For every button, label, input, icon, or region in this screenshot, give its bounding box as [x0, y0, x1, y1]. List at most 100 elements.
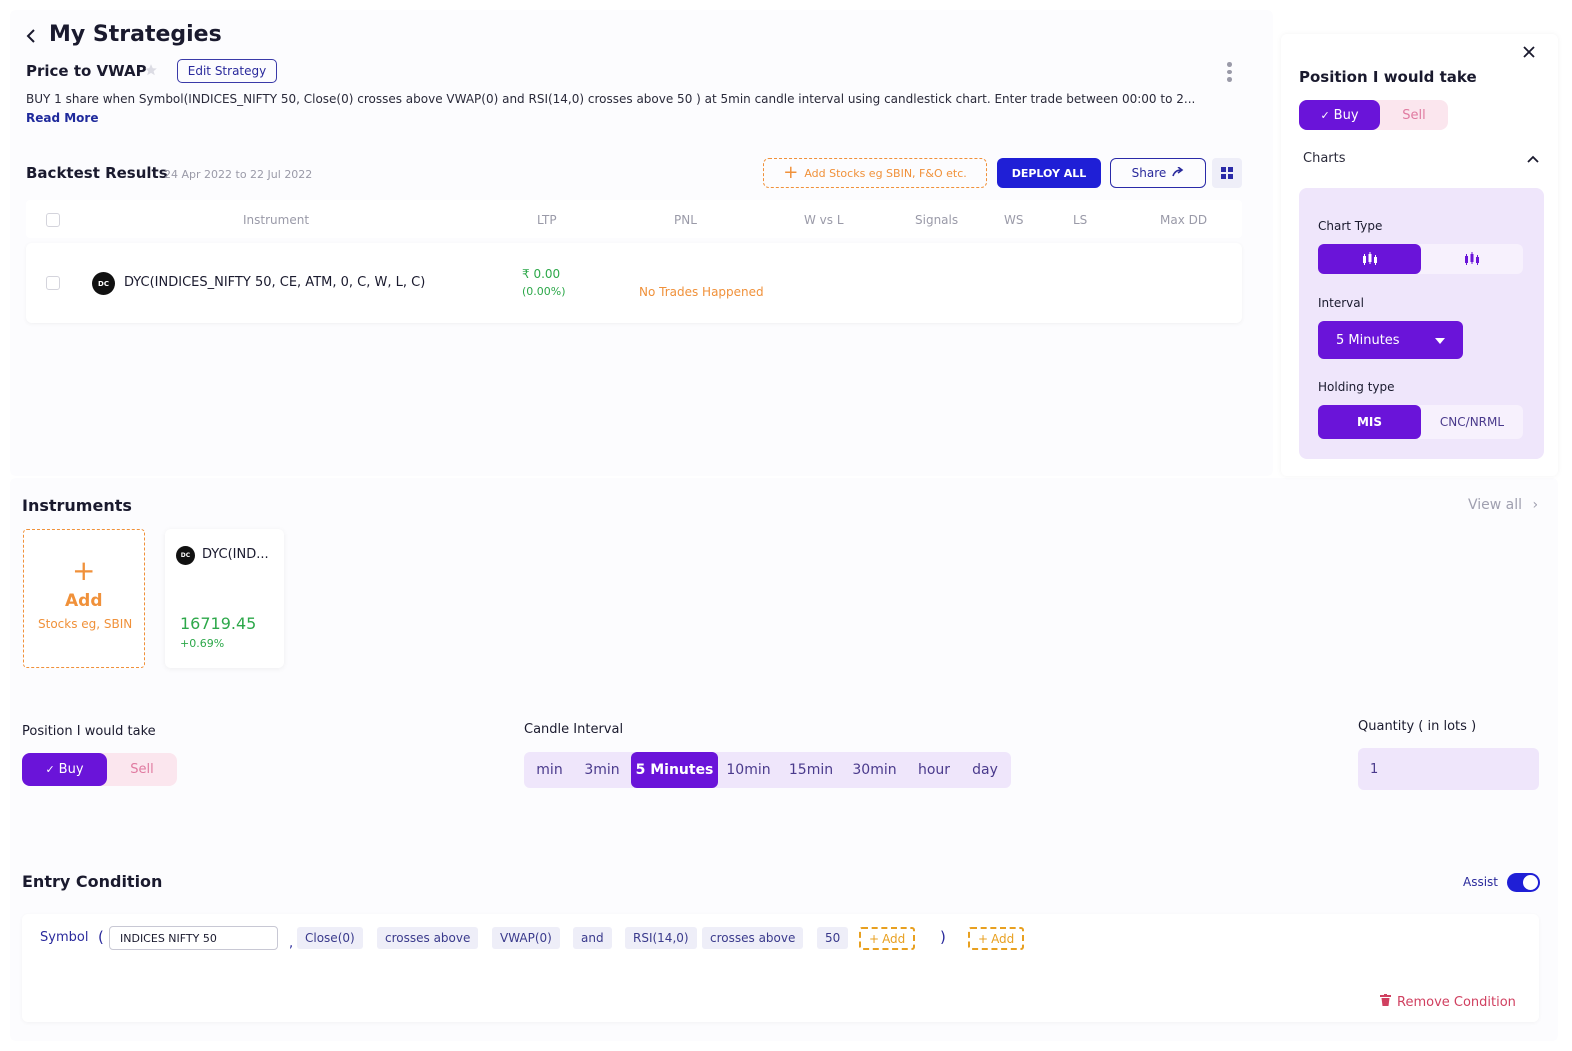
condition-chip-vwap[interactable]: VWAP(0) [492, 927, 560, 949]
candle-option-day[interactable]: day [962, 752, 1008, 788]
quantity-input[interactable]: 1 [1358, 748, 1539, 790]
charts-label: Charts [1303, 151, 1346, 166]
ltp-percent: (0.00%) [522, 285, 566, 298]
chart-type-label: Chart Type [1318, 219, 1383, 233]
read-more-link[interactable]: Read More [26, 111, 99, 125]
remove-condition-button[interactable]: Remove Condition [1380, 994, 1516, 1010]
star-icon[interactable] [143, 62, 159, 78]
interval-value: 5 Minutes [1336, 332, 1400, 348]
table-header [26, 200, 1242, 238]
add-inner-condition-button[interactable]: + Add [859, 927, 916, 950]
panel-buy-label: Buy [1333, 107, 1359, 123]
instrument-card-price: 16719.45 [180, 614, 257, 633]
backtest-title: Backtest Results [26, 164, 168, 182]
comma-separator: , [289, 936, 294, 951]
add-outer-condition-button[interactable]: + Add [968, 927, 1025, 950]
instrument-badge: DC [92, 272, 115, 295]
position-label: Position I would take [22, 724, 156, 739]
col-max-dd[interactable]: Max DD [1160, 213, 1207, 227]
symbol-label: Symbol [40, 930, 89, 945]
chevron-right-icon: › [1532, 497, 1539, 513]
instrument-card-name: DYC(IND... [202, 547, 269, 562]
plus-icon: + [783, 162, 799, 183]
deploy-all-button[interactable]: DEPLOY ALL [997, 158, 1101, 188]
candle-option-15min[interactable]: 15min [781, 752, 841, 788]
share-label: Share [1131, 166, 1167, 180]
condition-chip-rsi[interactable]: RSI(14,0) [625, 927, 697, 949]
view-all-link[interactable]: View all › [1468, 497, 1538, 513]
instrument-card-badge: DC [176, 546, 195, 565]
add-stocks-label: Add Stocks eg SBIN, F&O etc. [804, 166, 967, 180]
close-icon[interactable] [1519, 42, 1539, 62]
col-ltp[interactable]: LTP [537, 213, 557, 227]
remove-condition-label: Remove Condition [1397, 994, 1516, 1010]
view-all-label: View all [1468, 497, 1523, 513]
pnl-status: No Trades Happened [639, 285, 764, 299]
instrument-name[interactable]: DYC(INDICES_NIFTY 50, CE, ATM, 0, C, W, … [124, 275, 425, 290]
col-ws[interactable]: WS [1004, 213, 1023, 227]
holding-type-label: Holding type [1318, 380, 1395, 394]
panel-buy-button[interactable]: ✓ Buy [1299, 100, 1380, 130]
condition-chip-and[interactable]: and [573, 927, 612, 949]
grid-view-icon[interactable] [1212, 158, 1242, 188]
add-instrument-label: Add [65, 591, 103, 611]
kebab-menu-icon[interactable] [1222, 62, 1236, 83]
entry-condition-title: Entry Condition [22, 872, 163, 891]
candle-option-30min[interactable]: 30min [845, 752, 904, 788]
close-paren: ) [940, 928, 946, 946]
instrument-card-change: +0.69% [180, 637, 225, 650]
position-buy-button[interactable]: ✓ Buy [22, 753, 107, 786]
panel-title: Position I would take [1299, 68, 1477, 86]
instruments-title: Instruments [22, 496, 132, 515]
strategy-name: Price to VWAP [26, 62, 147, 80]
check-icon: ✓ [45, 763, 55, 776]
condition-chip-operator[interactable]: crosses above [377, 927, 479, 949]
col-pnl[interactable]: PNL [674, 213, 697, 227]
candlestick-icon[interactable] [1318, 244, 1421, 274]
caret-down-icon [1435, 333, 1445, 348]
col-signals[interactable]: Signals [915, 213, 958, 227]
backtest-date-range: 24 Apr 2022 to 22 Jul 2022 [164, 168, 313, 181]
candle-option-hour[interactable]: hour [910, 752, 958, 788]
strategy-description: BUY 1 share when Symbol(INDICES_NIFTY 50… [26, 92, 1196, 106]
chevron-left-icon[interactable] [24, 26, 40, 46]
candle-interval-label: Candle Interval [524, 722, 624, 737]
ltp-value: ₹ 0.00 [522, 267, 561, 281]
row-checkbox[interactable] [46, 276, 60, 290]
position-buy-label: Buy [58, 762, 84, 777]
add-instrument-sub: Stocks eg, SBIN [38, 617, 133, 631]
col-w-vs-l[interactable]: W vs L [804, 213, 844, 227]
col-ls[interactable]: LS [1073, 213, 1087, 227]
share-button[interactable]: Share [1110, 158, 1206, 188]
chevron-up-icon[interactable] [1524, 151, 1542, 167]
add-inner-label: Add [882, 931, 906, 946]
condition-chip-operator-2[interactable]: crosses above [702, 927, 804, 949]
add-stocks-button[interactable]: + Add Stocks eg SBIN, F&O etc. [763, 158, 987, 188]
condition-chip-value[interactable]: 50 [817, 927, 849, 949]
select-all-checkbox[interactable] [46, 213, 60, 227]
col-instrument[interactable]: Instrument [243, 213, 309, 227]
open-paren: ( [98, 928, 104, 946]
symbol-input[interactable]: INDICES NIFTY 50 [109, 926, 278, 950]
candle-option-min[interactable]: min [526, 752, 573, 788]
position-sell-button[interactable]: Sell [107, 753, 177, 786]
holding-mis-option[interactable]: MIS [1318, 405, 1421, 439]
plus-icon: + [978, 931, 989, 946]
assist-toggle[interactable] [1507, 873, 1540, 892]
condition-chip-close[interactable]: Close(0) [297, 927, 363, 949]
holding-cnc-option[interactable]: CNC/NRML [1421, 405, 1523, 439]
panel-sell-button[interactable]: Sell [1380, 100, 1448, 130]
candle-option-5min[interactable]: 5 Minutes [631, 752, 718, 788]
plus-icon: + [72, 554, 96, 587]
plus-icon: + [869, 931, 880, 946]
page-title: My Strategies [49, 22, 222, 47]
trash-icon [1380, 994, 1391, 1010]
share-arrow-icon [1172, 166, 1184, 180]
candle-option-10min[interactable]: 10min [720, 752, 777, 788]
quantity-label: Quantity ( in lots ) [1358, 719, 1477, 734]
heikin-ashi-icon[interactable] [1421, 244, 1523, 274]
interval-select[interactable]: 5 Minutes [1318, 321, 1463, 359]
add-outer-label: Add [991, 931, 1015, 946]
candle-option-3min[interactable]: 3min [575, 752, 629, 788]
edit-strategy-button[interactable]: Edit Strategy [177, 59, 277, 83]
